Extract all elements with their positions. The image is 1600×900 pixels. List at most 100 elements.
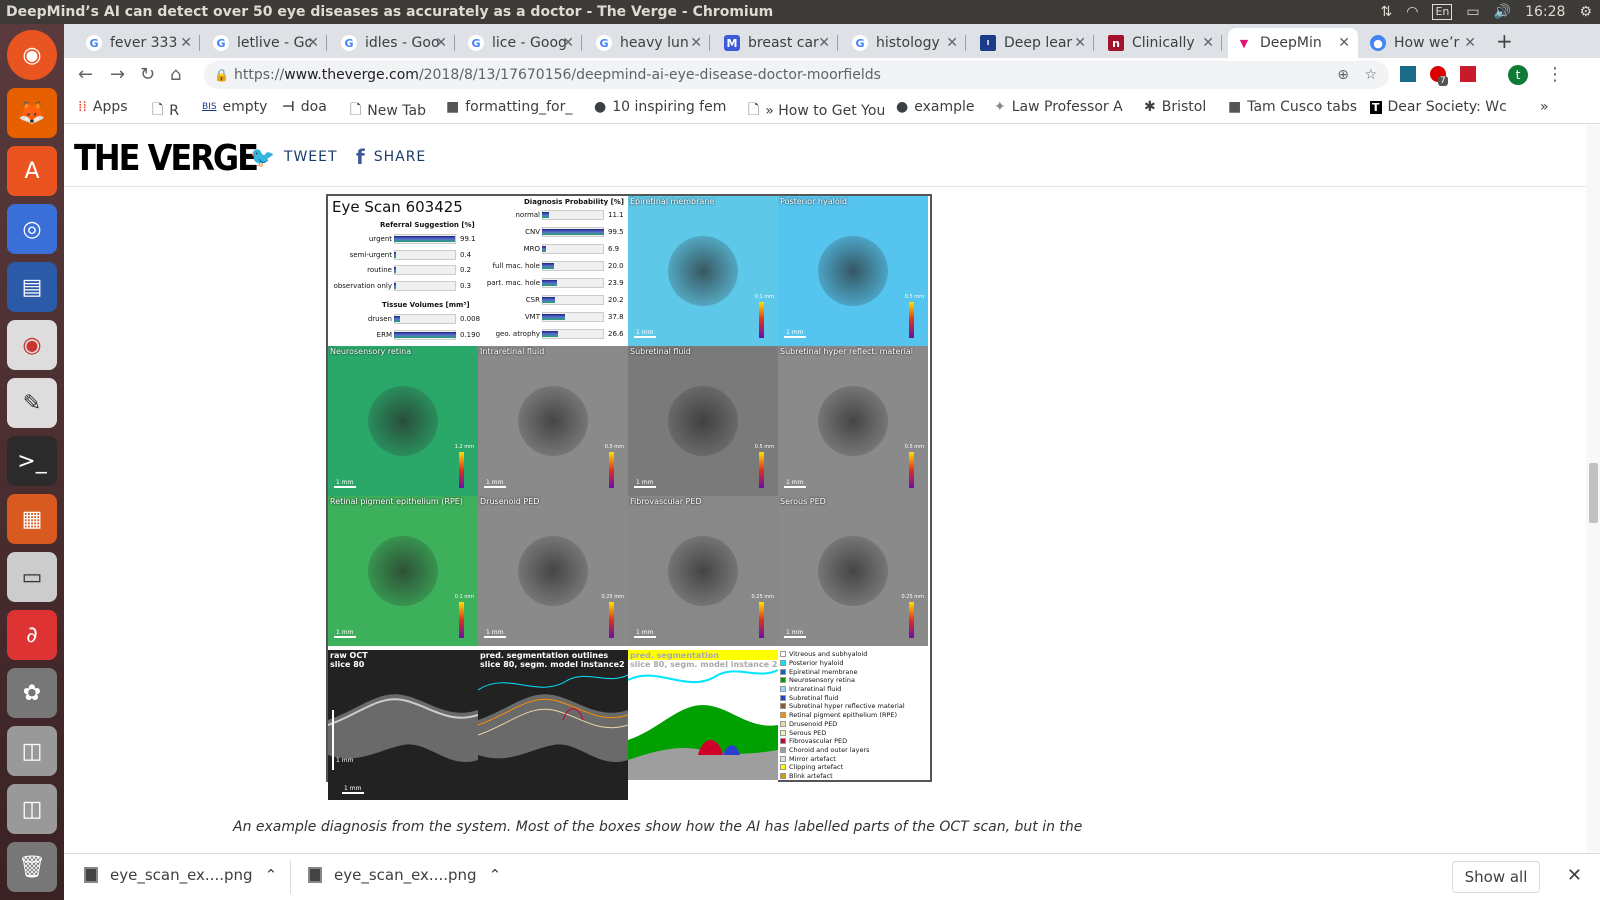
tab-1[interactable]: Gfever 333 ✕	[78, 28, 200, 58]
referral-bar	[394, 267, 396, 273]
legend-swatch	[780, 660, 786, 667]
tab-close-icon[interactable]: ✕	[1202, 35, 1214, 51]
address-bar[interactable]: 🔒 https://www.theverge.com/2018/8/13/176…	[204, 61, 1389, 89]
github-icon: ●	[896, 99, 909, 115]
tab-8[interactable]: I Deep lear ✕	[972, 28, 1094, 58]
network-icon[interactable]: ⇅	[1381, 0, 1393, 24]
legend-swatch	[780, 772, 786, 779]
verge-logo[interactable]: THE VERGE	[74, 137, 259, 179]
chevron-up-icon[interactable]: ⌃	[489, 866, 502, 884]
chrome-icon[interactable]: ◉	[7, 320, 57, 370]
tab-close-icon[interactable]: ✕	[180, 35, 192, 51]
scale-label: 1 mm	[336, 629, 354, 636]
back-icon[interactable]: ←	[78, 64, 93, 85]
bookmark-bristol[interactable]: ✱ Bristol	[1144, 99, 1206, 115]
bookmark-new-tab[interactable]: 🗋 New Tab	[350, 99, 426, 123]
wifi-icon[interactable]: ◠	[1406, 0, 1418, 24]
tab-close-icon[interactable]: ✕	[1464, 35, 1476, 51]
bookmark-example[interactable]: ● example	[896, 99, 974, 115]
tab-close-icon[interactable]: ✕	[307, 35, 319, 51]
trash-icon[interactable]: 🗑	[7, 842, 57, 892]
eye-scan-figure[interactable]: Eye Scan 603425 Referral Suggestion [%] …	[326, 194, 932, 800]
bookmark-law-professor[interactable]: ✦ Law Professor A	[994, 99, 1124, 115]
tab-7[interactable]: Ghistology ✕	[844, 28, 966, 58]
new-tab-button[interactable]: +	[1496, 29, 1513, 53]
legend-swatch	[780, 694, 786, 701]
tab-close-icon[interactable]: ✕	[818, 35, 830, 51]
show-all-button[interactable]: Show all	[1452, 861, 1540, 893]
chromium-icon[interactable]: ◎	[7, 204, 57, 254]
bookmark-doa[interactable]: ⊣ doa	[282, 99, 327, 115]
tab-close-icon[interactable]: ✕	[946, 35, 958, 51]
bookmark-how-to-get[interactable]: 🗋» How to Get You	[748, 99, 884, 123]
tab-close-icon[interactable]: ✕	[1338, 35, 1350, 51]
diagnosis-label: geo. atrophy	[495, 330, 540, 338]
impress-icon[interactable]: ▦	[7, 494, 57, 544]
extension-icon[interactable]	[1400, 66, 1416, 82]
bookmark-dear-society[interactable]: T Dear Society: Wc	[1370, 99, 1510, 115]
gimp-icon[interactable]: ✿	[7, 668, 57, 718]
usb-drive-icon[interactable]: ◫	[7, 784, 57, 834]
reload-icon[interactable]: ↻	[140, 64, 155, 85]
bookmark-apps[interactable]: ⁞⁞ Apps	[78, 99, 128, 115]
tab-4[interactable]: Glice - Goog ✕	[460, 28, 582, 58]
writer-icon[interactable]: ▤	[7, 262, 57, 312]
pdf-reader-icon[interactable]: ∂	[7, 610, 57, 660]
mendeley-icon: M	[724, 35, 740, 51]
diagnosis-label: part. mac. hole	[486, 279, 540, 287]
tab-close-icon[interactable]: ✕	[435, 35, 447, 51]
tab-close-icon[interactable]: ✕	[690, 35, 702, 51]
tab-10-active[interactable]: ▼ DeepMin ✕	[1228, 28, 1358, 58]
close-icon[interactable]: ✕	[1567, 865, 1582, 886]
volume-icon[interactable]: 🔊	[1494, 0, 1511, 24]
forward-icon[interactable]: →	[110, 64, 125, 85]
bookmark-tam-cusco[interactable]: ■ Tam Cusco tabs	[1228, 99, 1357, 115]
twitter-icon: 🐦	[250, 145, 276, 169]
tab-2[interactable]: Gletlive - Go ✕	[205, 28, 327, 58]
mendeley-extension-icon[interactable]	[1460, 66, 1476, 82]
tab-11[interactable]: ● How we’r ✕	[1362, 28, 1484, 58]
tab-close-icon[interactable]: ✕	[562, 35, 574, 51]
tab-6[interactable]: Mbreast car ✕	[716, 28, 838, 58]
text-editor-icon[interactable]: ✎	[7, 378, 57, 428]
referral-bar	[394, 236, 456, 242]
bookmark-10-inspiring[interactable]: ● 10 inspiring fem	[594, 99, 734, 115]
referral-value: 0.4	[460, 250, 472, 259]
profile-avatar[interactable]: t	[1508, 65, 1528, 85]
menu-kebab-icon[interactable]: ⋮	[1546, 64, 1564, 85]
zoom-icon[interactable]: ⊕	[1337, 61, 1349, 89]
firefox-icon[interactable]: 🦊	[7, 88, 57, 138]
tweet-button[interactable]: 🐦 TWEET	[250, 145, 338, 169]
settings-gear-icon[interactable]: ⚙	[1579, 0, 1592, 24]
bookmarks-overflow-button[interactable]: »	[1540, 99, 1549, 115]
bookmark-formatting[interactable]: ■ formatting_for_	[446, 99, 576, 115]
home-icon[interactable]: ⌂	[170, 64, 181, 85]
bookmark-r[interactable]: 🗋 R	[152, 99, 179, 123]
diagnosis-label: normal	[515, 211, 540, 219]
scrollbar-thumb[interactable]	[1589, 463, 1598, 523]
keyboard-layout-indicator[interactable]: En	[1432, 4, 1453, 20]
referral-bar-track	[394, 280, 456, 291]
software-center-icon[interactable]: A	[7, 146, 57, 196]
chevron-up-icon[interactable]: ⌃	[265, 866, 278, 884]
legend-label: Epiretinal membrane	[789, 667, 858, 676]
ubuntu-dash-icon[interactable]: ◉	[7, 30, 57, 80]
vertical-scrollbar[interactable]	[1586, 125, 1600, 853]
battery-icon[interactable]: ▭	[1466, 0, 1479, 24]
tab-9[interactable]: n Clinically ✕	[1100, 28, 1222, 58]
colorbar-max-label: 0.5 mm	[904, 294, 924, 300]
file-manager-icon[interactable]: ▭	[7, 552, 57, 602]
bookmark-empty[interactable]: BIS empty	[202, 99, 267, 115]
drive-icon[interactable]: ◫	[7, 726, 57, 776]
scale-label: 1 mm	[786, 479, 804, 486]
tab-close-icon[interactable]: ✕	[1074, 35, 1086, 51]
tab-3[interactable]: Gidles - Goo ✕	[333, 28, 455, 58]
clock[interactable]: 16:28	[1525, 0, 1565, 24]
download-item-1[interactable]: eye_scan_ex....png ⌃	[84, 866, 277, 884]
bookmark-star-icon[interactable]: ☆	[1364, 61, 1377, 89]
tab-5[interactable]: Gheavy lun ✕	[588, 28, 710, 58]
terminal-icon[interactable]: >_	[7, 436, 57, 486]
facebook-share-button[interactable]: f SHARE	[356, 145, 426, 169]
scale-bar	[334, 486, 356, 488]
download-item-2[interactable]: eye_scan_ex....png ⌃	[308, 866, 501, 884]
